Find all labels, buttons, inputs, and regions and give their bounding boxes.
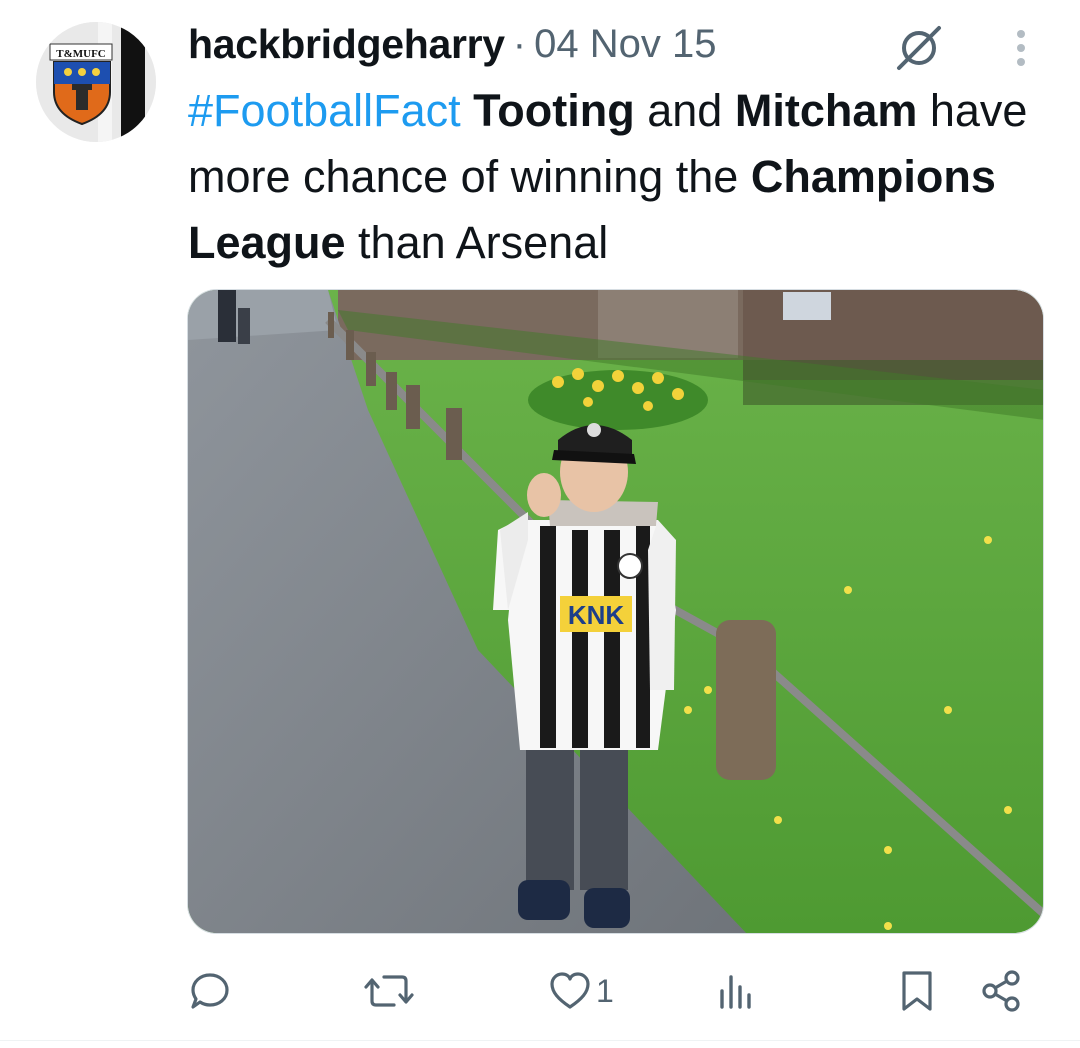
shirt-sponsor-text: KNK	[568, 600, 625, 630]
bookmark-button[interactable]	[898, 956, 938, 1026]
hashtag-link[interactable]: #FootballFact	[188, 85, 461, 136]
like-button[interactable]: 1	[548, 956, 618, 1026]
share-icon	[982, 970, 1020, 1012]
post-photo[interactable]: KNK	[187, 289, 1044, 934]
avatar[interactable]: T&MUFC	[36, 22, 156, 142]
text-bold-mitcham: Mitcham	[734, 85, 918, 136]
more-options-button[interactable]	[1004, 22, 1038, 74]
grok-button[interactable]	[890, 20, 948, 76]
post-header: hackbridgeharry · 04 Nov 15	[188, 14, 716, 74]
club-crest-avatar-image: T&MUFC	[36, 22, 156, 142]
share-button[interactable]	[980, 956, 1024, 1026]
views-bar-chart-icon	[720, 975, 751, 1009]
header-separator: ·	[512, 21, 527, 66]
views-button[interactable]	[716, 956, 760, 1026]
text-segment: than Arsenal	[345, 217, 609, 268]
username[interactable]: hackbridgeharry	[188, 21, 505, 68]
post-divider	[0, 1040, 1080, 1041]
heart-icon	[550, 972, 590, 1009]
post-action-bar: 1	[0, 956, 1080, 1026]
grok-icon	[897, 26, 941, 70]
post-text: #FootballFact Tooting and Mitcham have m…	[188, 78, 1048, 276]
text-segment: and	[634, 85, 735, 136]
post-date[interactable]: 04 Nov 15	[534, 22, 716, 67]
text-bold-tooting: Tooting	[473, 85, 635, 136]
photo-boy-in-striped-shirt: KNK	[188, 290, 1043, 933]
more-vertical-icon	[1017, 30, 1025, 66]
repost-icon	[364, 975, 414, 1007]
repost-button[interactable]	[364, 956, 416, 1026]
reply-bubble-icon	[191, 973, 229, 1009]
bookmark-icon	[902, 971, 932, 1011]
avatar-badge-text: T&MUFC	[56, 48, 106, 60]
like-count: 1	[596, 972, 614, 1009]
reply-button[interactable]	[188, 956, 234, 1026]
